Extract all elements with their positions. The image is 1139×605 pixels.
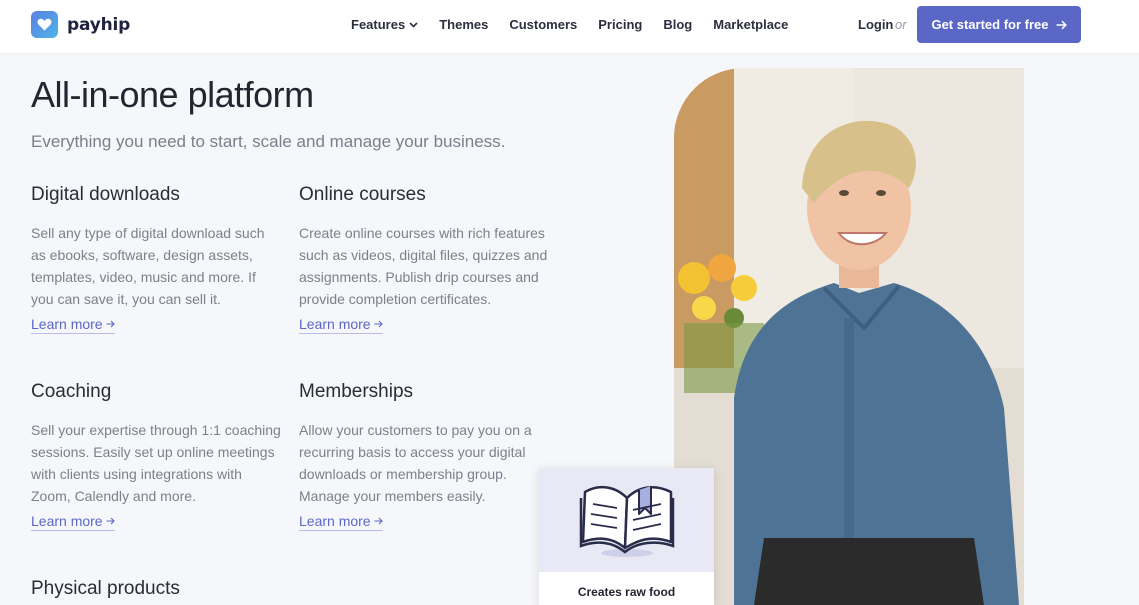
logo[interactable]: payhip — [31, 11, 130, 38]
open-book-icon — [579, 485, 674, 557]
or-separator: or — [895, 17, 907, 32]
chef-photo-illustration — [674, 68, 1024, 605]
learn-more-label: Learn more — [31, 513, 103, 529]
arrow-right-icon — [106, 320, 115, 328]
feature-digital-downloads: Digital downloads Sell any type of digit… — [31, 184, 281, 310]
main-nav: Features Themes Customers Pricing Blog M… — [351, 17, 788, 32]
get-started-button[interactable]: Get started for free — [917, 6, 1081, 43]
page-title: All-in-one platform — [31, 74, 314, 115]
feature-description: Sell your expertise through 1:1 coaching… — [31, 422, 281, 504]
feature-physical-products: Physical products — [31, 578, 281, 605]
feature-title: Digital downloads — [31, 184, 180, 205]
nav-blog[interactable]: Blog — [663, 17, 692, 32]
feature-memberships: Memberships Allow your customers to pay … — [299, 381, 549, 507]
feature-title: Memberships — [299, 381, 414, 402]
feature-description: Create online courses with rich features… — [299, 225, 548, 307]
feature-title: Coaching — [31, 381, 112, 402]
learn-more-memberships[interactable]: Learn more — [299, 513, 383, 531]
hero-photo — [674, 68, 1024, 605]
nav-customers[interactable]: Customers — [509, 17, 577, 32]
learn-more-label: Learn more — [31, 316, 103, 332]
nav-marketplace[interactable]: Marketplace — [713, 17, 788, 32]
learn-more-label: Learn more — [299, 316, 371, 332]
feature-online-courses: Online courses Create online courses wit… — [299, 184, 549, 310]
chevron-down-icon — [409, 21, 418, 28]
feature-title: Online courses — [299, 184, 426, 205]
heart-logo-icon — [31, 11, 58, 38]
card-caption: Creates raw food — [577, 585, 676, 599]
login-link[interactable]: Login — [858, 17, 893, 32]
learn-more-digital-downloads[interactable]: Learn more — [31, 316, 115, 334]
product-card[interactable]: Creates raw food — [539, 468, 714, 605]
learn-more-online-courses[interactable]: Learn more — [299, 316, 383, 334]
arrow-right-icon — [374, 517, 383, 525]
arrow-right-icon — [1056, 20, 1067, 29]
feature-description: Allow your customers to pay you on a rec… — [299, 422, 532, 504]
site-header: payhip Features Themes Customers Pricing… — [0, 0, 1139, 54]
nav-themes[interactable]: Themes — [439, 17, 488, 32]
learn-more-coaching[interactable]: Learn more — [31, 513, 115, 531]
card-image — [539, 468, 714, 572]
learn-more-label: Learn more — [299, 513, 371, 529]
arrow-right-icon — [374, 320, 383, 328]
feature-coaching: Coaching Sell your expertise through 1:1… — [31, 381, 281, 507]
logo-text: payhip — [67, 14, 131, 35]
feature-title: Physical products — [31, 578, 180, 599]
nav-features-label: Features — [351, 17, 406, 32]
feature-description: Sell any type of digital download such a… — [31, 225, 265, 307]
nav-features[interactable]: Features — [351, 17, 418, 32]
get-started-label: Get started for free — [931, 17, 1049, 32]
nav-pricing[interactable]: Pricing — [598, 17, 642, 32]
arrow-right-icon — [106, 517, 115, 525]
page-subtitle: Everything you need to start, scale and … — [31, 132, 506, 151]
